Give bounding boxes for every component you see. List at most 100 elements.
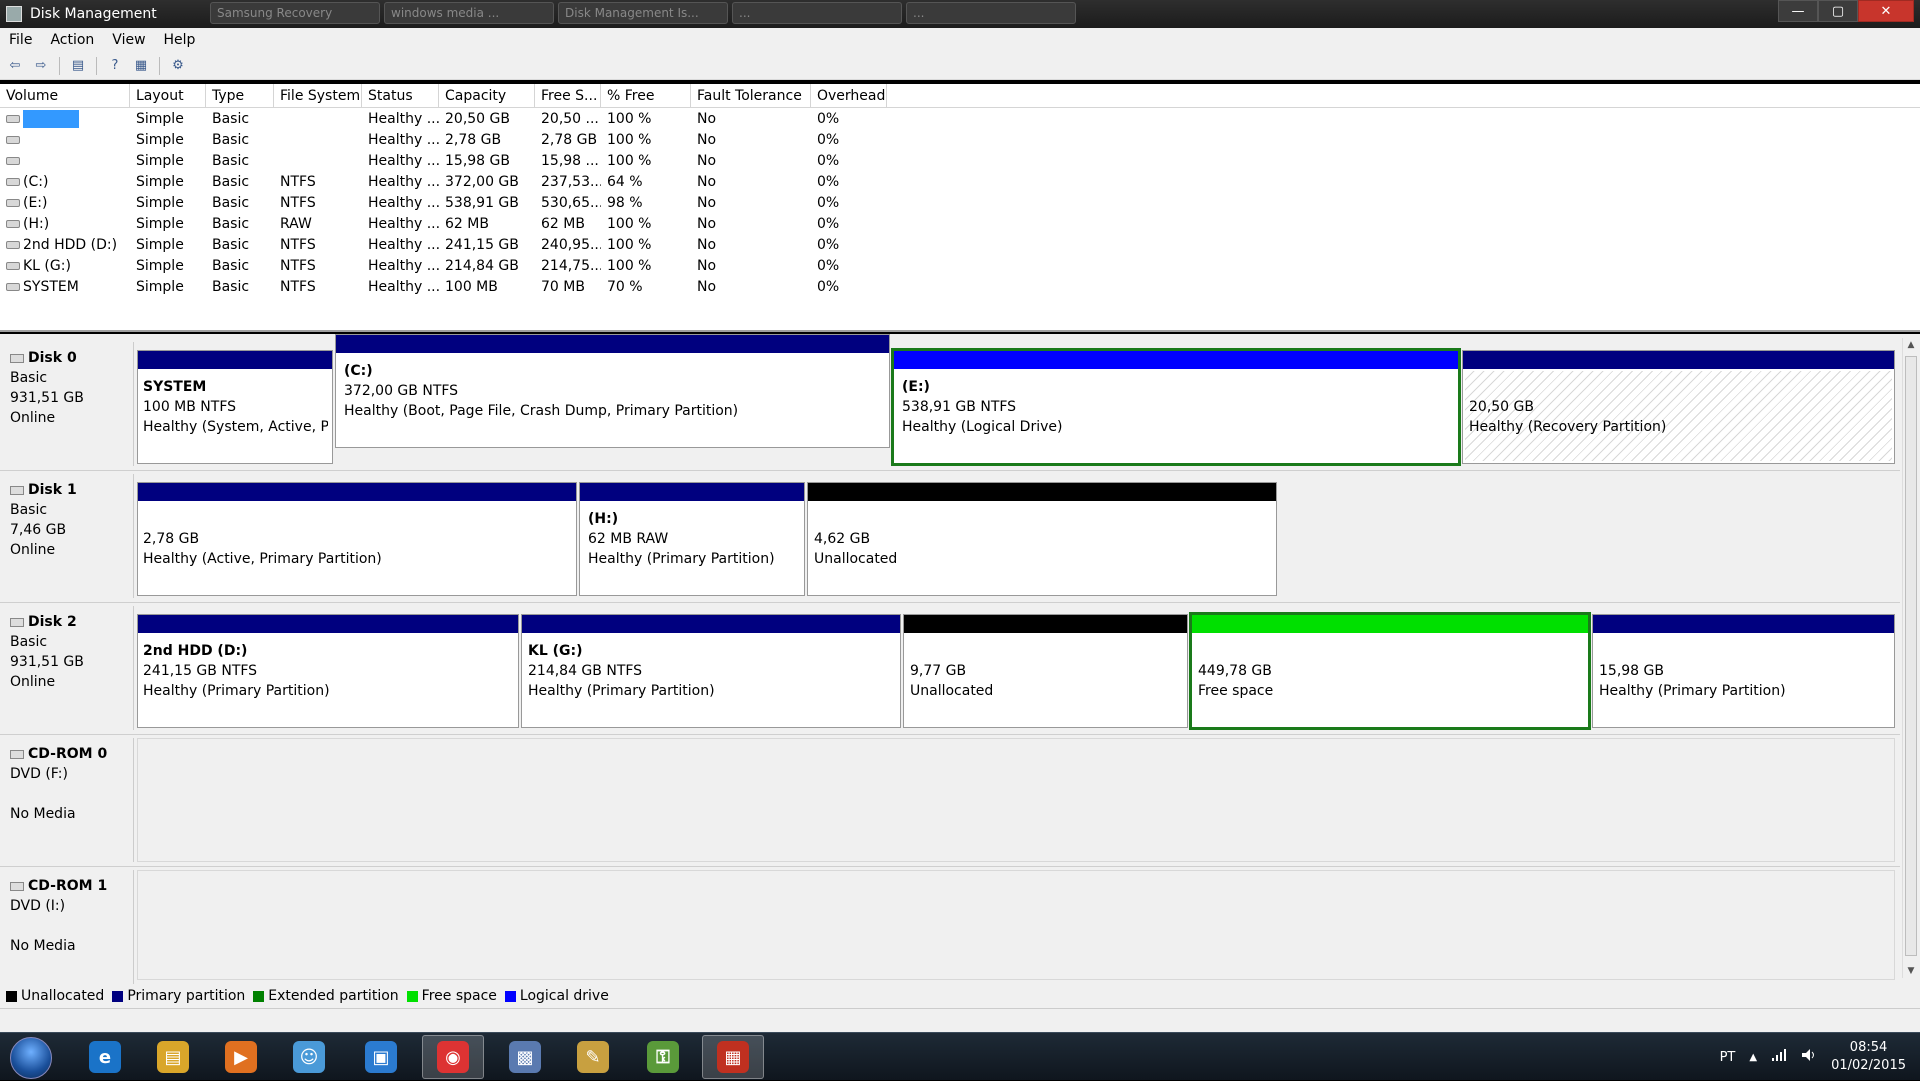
volume-row[interactable]: SYSTEM Simple Basic NTFS Healthy ... 100 MB 70… <box>0 276 1920 297</box>
volume-row[interactable]: (E:) Simple Basic NTFS Healthy ... 538,91 GB 5… <box>0 192 1920 213</box>
properties-icon[interactable]: ▦ <box>130 56 152 76</box>
column-header-capacity[interactable]: Capacity <box>439 84 535 107</box>
partition-status: Healthy (Logical Drive) <box>902 419 1063 435</box>
volume-row[interactable]: (C:) Simple Basic NTFS Healthy ... 372,00 GB 2… <box>0 171 1920 192</box>
volume-type-cell: Basic <box>212 215 250 232</box>
partition-disk2-unallocated[interactable]: 9,77 GB Unallocated <box>903 614 1188 728</box>
paint-icon[interactable]: ✎ <box>562 1035 624 1079</box>
volume-layout-cell: Simple <box>136 257 184 274</box>
volume-row[interactable]: (H:) Simple Basic RAW Healthy ... 62 MB 62 MB 1… <box>0 213 1920 234</box>
cdrom-0-label[interactable]: CD-ROM 0 DVD (F:) No Media <box>4 738 134 862</box>
menu-view[interactable]: View <box>103 32 154 48</box>
volume-drive-icon <box>6 177 20 186</box>
menu-action[interactable]: Action <box>41 32 103 48</box>
forward-arrow-icon[interactable]: ⇨ <box>30 56 52 76</box>
cd-drive-icon <box>10 749 24 759</box>
chrome-icon[interactable]: ◉ <box>422 1035 484 1079</box>
volume-type-cell: Basic <box>212 173 250 190</box>
network-folder-icon[interactable]: ▣ <box>350 1035 412 1079</box>
minimize-button[interactable]: — <box>1778 0 1818 22</box>
volume-row[interactable]: KL (G:) Simple Basic NTFS Healthy ... 214,84 … <box>0 255 1920 276</box>
column-header-percent-free[interactable]: % Free <box>601 84 691 107</box>
scroll-down-arrow-icon[interactable]: ▼ <box>1903 964 1919 978</box>
clock[interactable]: 08:54 01/02/2015 <box>1831 1039 1906 1075</box>
column-header-status[interactable]: Status <box>362 84 439 107</box>
partition-free-space[interactable]: 449,78 GB Free space <box>1189 612 1591 730</box>
partition-g[interactable]: KL (G:) 214,84 GB NTFS Healthy (Primary … <box>521 614 901 728</box>
scrollbar-thumb[interactable] <box>1905 356 1917 956</box>
partition-d[interactable]: 2nd HDD (D:) 241,15 GB NTFS Healthy (Pri… <box>137 614 519 728</box>
volume-status-cell: Healthy ... <box>368 215 439 232</box>
toolbox-icon[interactable]: ▦ <box>702 1035 764 1079</box>
volume-pct-cell: 64 % <box>607 173 643 190</box>
column-header-type[interactable]: Type <box>206 84 274 107</box>
disk-1-label[interactable]: Disk 1 Basic 7,46 GB Online <box>4 474 134 598</box>
partition-c[interactable]: (C:) 372,00 GB NTFS Healthy (Boot, Page … <box>335 334 890 448</box>
close-button[interactable]: ✕ <box>1858 0 1914 22</box>
background-tab[interactable]: ... <box>906 2 1076 24</box>
column-header-layout[interactable]: Layout <box>130 84 206 107</box>
volume-status-cell: Healthy ... <box>368 131 439 148</box>
background-tab[interactable]: Disk Management Is... <box>558 2 728 24</box>
cdrom-1-label[interactable]: CD-ROM 1 DVD (I:) No Media <box>4 870 134 994</box>
people-icon[interactable]: ☺ <box>278 1035 340 1079</box>
disk-2-label[interactable]: Disk 2 Basic 931,51 GB Online <box>4 606 134 730</box>
volume-icon[interactable] <box>1801 1048 1817 1066</box>
language-indicator[interactable]: PT <box>1720 1050 1736 1065</box>
volume-row[interactable]: 2nd HDD (D:) Simple Basic NTFS Healthy ... 24… <box>0 234 1920 255</box>
partition-name <box>910 641 1183 661</box>
volume-layout-cell: Simple <box>136 152 184 169</box>
partition-disk1-unallocated[interactable]: 4,62 GB Unallocated <box>807 482 1277 596</box>
partition-recovery[interactable]: 20,50 GB Healthy (Recovery Partition) <box>1462 350 1895 464</box>
volume-capacity-cell: 2,78 GB <box>445 131 502 148</box>
legend-label: Logical drive <box>519 988 609 1004</box>
internet-explorer-icon[interactable]: e <box>74 1035 136 1079</box>
partition-info: 15,98 GB <box>1599 663 1664 679</box>
disk-size: 931,51 GB <box>10 654 84 670</box>
column-header-fault-tolerance[interactable]: Fault Tolerance <box>691 84 811 107</box>
column-header-free-space[interactable]: Free S... <box>535 84 601 107</box>
help-icon[interactable]: ? <box>104 56 126 76</box>
maximize-button[interactable]: ▢ <box>1818 0 1858 22</box>
partition-disk1-primary[interactable]: 2,78 GB Healthy (Active, Primary Partiti… <box>137 482 577 596</box>
column-header-volume[interactable]: Volume <box>0 84 130 107</box>
partition-e[interactable]: (E:) 538,91 GB NTFS Healthy (Logical Dri… <box>891 348 1461 466</box>
volume-status-cell: Healthy ... <box>368 278 439 295</box>
volume-fault-cell: No <box>697 236 717 253</box>
partition-status: Unallocated <box>814 551 898 567</box>
volume-row[interactable]: Simple Basic Healthy ... 20,50 GB 20,50 ... 1… <box>0 108 1920 129</box>
menu-file[interactable]: File <box>0 32 41 48</box>
partition-system[interactable]: SYSTEM 100 MB NTFS Healthy (System, Acti… <box>137 350 333 464</box>
column-header-file-system[interactable]: File System <box>274 84 362 107</box>
background-tab[interactable]: ... <box>732 2 902 24</box>
partition-disk2-primary[interactable]: 15,98 GB Healthy (Primary Partition) <box>1592 614 1895 728</box>
partition-h[interactable]: (H:) 62 MB RAW Healthy (Primary Partitio… <box>579 482 805 596</box>
cdrom-name: CD-ROM 1 <box>28 878 108 894</box>
network-signal-icon[interactable] <box>1771 1048 1787 1066</box>
volume-capacity-cell: 372,00 GB <box>445 173 519 190</box>
background-tab[interactable]: Samsung Recovery <box>210 2 380 24</box>
back-arrow-icon[interactable]: ⇦ <box>4 56 26 76</box>
show-hide-console-tree-icon[interactable]: ▤ <box>67 56 89 76</box>
disk-management-icon <box>6 6 22 22</box>
background-tab[interactable]: windows media ... <box>384 2 554 24</box>
partition-info: 372,00 GB NTFS <box>344 383 459 399</box>
volume-capacity-cell: 100 MB <box>445 278 498 295</box>
settings-icon[interactable]: ⚙ <box>167 56 189 76</box>
show-hidden-icons-icon[interactable]: ▲ <box>1749 1052 1757 1063</box>
column-header-overhead[interactable]: Overhead <box>811 84 887 107</box>
media-player-icon[interactable]: ▶ <box>210 1035 272 1079</box>
volume-layout-cell: Simple <box>136 173 184 190</box>
volume-drive-icon <box>6 198 20 207</box>
disk-0-label[interactable]: Disk 0 Basic 931,51 GB Online <box>4 342 134 466</box>
vertical-scrollbar[interactable]: ▲ ▼ <box>1902 338 1918 978</box>
security-lock-icon[interactable]: ⚿ <box>632 1035 694 1079</box>
start-button[interactable] <box>10 1037 52 1079</box>
row-divider <box>0 734 1900 735</box>
virtualbox-icon[interactable]: ▩ <box>494 1035 556 1079</box>
menu-help[interactable]: Help <box>155 32 205 48</box>
scroll-up-arrow-icon[interactable]: ▲ <box>1903 338 1919 352</box>
volume-row[interactable]: Simple Basic Healthy ... 15,98 GB 15,98 ... 1… <box>0 150 1920 171</box>
volume-row[interactable]: Simple Basic Healthy ... 2,78 GB 2,78 GB 100 … <box>0 129 1920 150</box>
file-explorer-icon[interactable]: ▤ <box>142 1035 204 1079</box>
